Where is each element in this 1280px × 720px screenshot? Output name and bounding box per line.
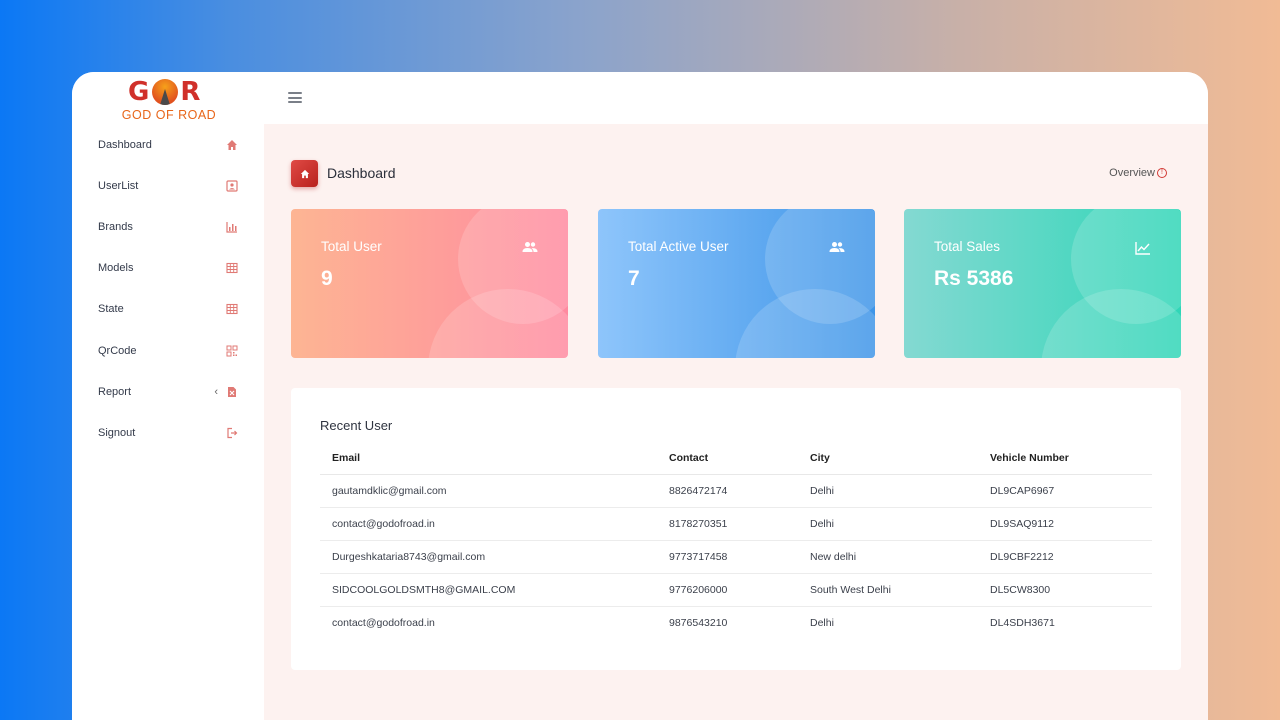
sidebar-item-label: Signout xyxy=(98,426,136,439)
road-sun-icon xyxy=(152,79,179,105)
sidebar-item-label: QrCode xyxy=(98,344,137,357)
card-value: 9 xyxy=(321,267,333,290)
cell-vehicle-number: DL5CW8300 xyxy=(978,573,1152,607)
table-row[interactable]: Durgeshkataria8743@gmail.com 9773717458 … xyxy=(320,540,1152,574)
cell-contact: 8178270351 xyxy=(657,507,798,541)
sidebar-item-report[interactable]: Report ‹ xyxy=(72,371,264,412)
page-title: Dashboard xyxy=(327,165,396,181)
line-chart-icon xyxy=(1135,241,1151,255)
decorative-circle xyxy=(1041,289,1181,358)
card-total-active-user[interactable]: Total Active User 7 xyxy=(598,209,875,358)
sidebar-item-brands[interactable]: Brands xyxy=(72,206,264,247)
logo[interactable]: G R GOD OF ROAD xyxy=(116,76,222,124)
sidebar-item-label: Models xyxy=(98,262,134,275)
cell-city: Delhi xyxy=(798,474,978,508)
card-title: Total Sales xyxy=(934,239,1001,254)
signout-icon xyxy=(226,427,238,439)
cell-email: contact@godofroad.in xyxy=(320,507,657,541)
info-icon: ! xyxy=(1157,168,1167,178)
card-total-sales[interactable]: Total Sales Rs 5386 xyxy=(904,209,1181,358)
sidebar-item-models[interactable]: Models xyxy=(72,248,264,289)
table-row[interactable]: contact@godofroad.in 9876543210 Delhi DL… xyxy=(320,606,1152,639)
table-row[interactable]: SIDCOOLGOLDSMTH8@GMAIL.COM 9776206000 So… xyxy=(320,573,1152,607)
table-icon xyxy=(226,303,238,315)
card-value: 7 xyxy=(628,267,640,290)
cell-vehicle-number: DL9SAQ9112 xyxy=(978,507,1152,541)
sidebar-item-label: State xyxy=(98,303,124,316)
cell-email: contact@godofroad.in xyxy=(332,616,435,629)
decorative-circle xyxy=(735,289,875,358)
report-file-icon xyxy=(226,386,238,398)
sidebar-item-signout[interactable]: Signout xyxy=(72,412,264,453)
sidebar-item-label: UserList xyxy=(98,179,139,192)
page-header: Dashboard Overview ! xyxy=(291,160,1167,188)
sidebar-nav: Dashboard UserList Brands Models State Q… xyxy=(72,124,264,454)
chevron-left-icon[interactable]: ‹ xyxy=(214,386,218,398)
cell-contact: 8826472174 xyxy=(657,474,798,508)
table-header-row: Email Contact City Vehicle Number xyxy=(320,442,1152,475)
home-icon xyxy=(226,139,238,151)
logo-letter-g: G xyxy=(128,77,151,107)
home-icon xyxy=(291,160,318,187)
card-value: Rs 5386 xyxy=(934,267,1014,290)
cell-vehicle-number: DL4SDH3671 xyxy=(990,616,1055,629)
sidebar-item-dashboard[interactable]: Dashboard xyxy=(72,124,264,165)
table-row[interactable]: gautamdklic@gmail.com 8826472174 Delhi D… xyxy=(320,474,1152,508)
cell-email: Durgeshkataria8743@gmail.com xyxy=(320,540,657,574)
main-content: Dashboard Overview ! Total User 9 Total … xyxy=(264,124,1208,720)
top-bar xyxy=(264,72,1208,124)
logo-letter-r: R xyxy=(180,77,202,107)
cell-email: SIDCOOLGOLDSMTH8@GMAIL.COM xyxy=(320,573,657,607)
sidebar-item-userlist[interactable]: UserList xyxy=(72,165,264,206)
sidebar-item-label: Report xyxy=(98,385,132,398)
card-title: Total User xyxy=(321,239,382,254)
column-header-contact: Contact xyxy=(657,442,798,475)
table-row[interactable]: contact@godofroad.in 8178270351 Delhi DL… xyxy=(320,507,1152,541)
bar-chart-icon xyxy=(226,221,238,233)
users-icon xyxy=(829,241,845,255)
recent-users-table: Email Contact City Vehicle Number gautam… xyxy=(320,442,1152,639)
sidebar-item-label: Brands xyxy=(98,220,133,233)
cell-vehicle-number: DL9CAP6967 xyxy=(978,474,1152,508)
cell-contact: 9773717458 xyxy=(657,540,798,574)
menu-toggle-icon[interactable] xyxy=(288,92,302,103)
recent-users-panel: Recent User Email Contact City Vehicle N… xyxy=(291,388,1181,670)
table-icon xyxy=(226,262,238,274)
overview-label: Overview xyxy=(1109,167,1155,179)
card-total-user[interactable]: Total User 9 xyxy=(291,209,568,358)
cell-city: New delhi xyxy=(798,540,978,574)
stat-cards: Total User 9 Total Active User 7 Total S… xyxy=(291,209,1181,359)
contacts-icon xyxy=(226,180,238,192)
sidebar: G R GOD OF ROAD Dashboard UserList Brand… xyxy=(72,72,264,720)
logo-wordmark: G R xyxy=(128,76,201,108)
logo-tagline: GOD OF ROAD xyxy=(121,108,217,122)
sidebar-item-label: Dashboard xyxy=(98,138,152,151)
cell-city: Delhi xyxy=(810,616,834,629)
card-title: Total Active User xyxy=(628,239,729,254)
cell-contact: 9876543210 xyxy=(669,616,728,629)
column-header-vehicle-number: Vehicle Number xyxy=(978,442,1152,475)
cell-email: gautamdklic@gmail.com xyxy=(320,474,657,508)
cell-city: South West Delhi xyxy=(798,573,978,607)
cell-city: Delhi xyxy=(798,507,978,541)
cell-vehicle-number: DL9CBF2212 xyxy=(978,540,1152,574)
app-window: G R GOD OF ROAD Dashboard UserList Brand… xyxy=(72,72,1208,720)
cell-contact: 9776206000 xyxy=(657,573,798,607)
column-header-city: City xyxy=(798,442,978,475)
sidebar-item-state[interactable]: State xyxy=(72,289,264,330)
qrcode-icon xyxy=(226,345,238,357)
users-icon xyxy=(522,241,538,255)
decorative-circle xyxy=(428,289,568,358)
column-header-email: Email xyxy=(320,442,657,475)
panel-title: Recent User xyxy=(320,418,393,433)
sidebar-item-qrcode[interactable]: QrCode xyxy=(72,330,264,371)
overview-link[interactable]: Overview ! xyxy=(1109,167,1167,179)
